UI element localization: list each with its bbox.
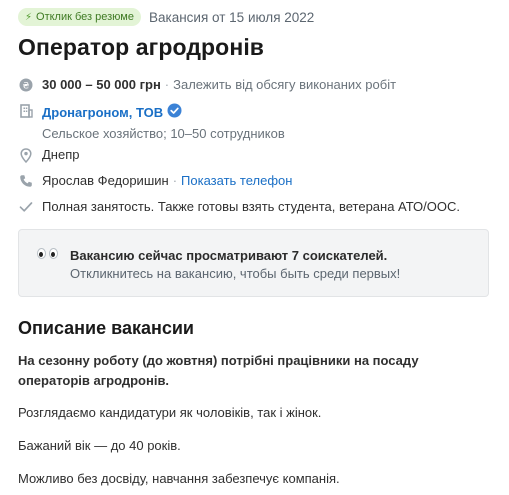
vacancy-page: ⚡ Отклик без резюме Вакансия от 15 июля … — [0, 0, 509, 495]
eyes-icon — [37, 248, 58, 259]
badge-label: Отклик без резюме — [36, 11, 134, 23]
svg-text:₴: ₴ — [23, 82, 30, 92]
viewers-notice: Вакансию сейчас просматривают 7 соискате… — [18, 229, 489, 297]
description-paragraph: Бажаний вік — до 40 років. — [18, 438, 181, 453]
page-title: Оператор агродронів — [18, 34, 265, 60]
salary-row: ₴ 30 000 – 50 000 грн · Залежить від обсяг… — [18, 77, 396, 93]
notice-title: Вакансию сейчас просматривают 7 соискате… — [70, 248, 388, 263]
contact-name: Ярослав Федоришин — [42, 173, 169, 188]
salary-amount: 30 000 – 50 000 грн — [42, 77, 161, 92]
contact-row: Ярослав Федоришин · Показать телефон — [18, 173, 292, 189]
posted-date: Вакансия от 15 июля 2022 — [149, 9, 315, 25]
verified-icon — [167, 103, 182, 122]
description-paragraph: На сезонну роботу (до жовтня) потрібні п… — [18, 353, 419, 388]
show-phone-link[interactable]: Показать телефон — [181, 173, 292, 188]
employment-row: Полная занятость. Также готовы взять сту… — [18, 199, 460, 215]
checkmark-icon — [18, 199, 34, 215]
no-resume-badge: ⚡ Отклик без резюме — [18, 8, 141, 26]
location-row: Днепр — [18, 147, 79, 163]
phone-icon — [18, 173, 34, 189]
vacancy-meta: ⚡ Отклик без резюме Вакансия от 15 июля … — [18, 8, 314, 26]
location-pin-icon — [18, 147, 34, 163]
employment-text: Полная занятость. Также готовы взять сту… — [42, 199, 461, 214]
description-paragraph: Можливо без досвіду, навчання забезпечує… — [18, 471, 340, 486]
company-link[interactable]: Дронагроном, ТОВ — [42, 105, 163, 121]
city: Днепр — [42, 147, 80, 162]
company-details: Сельское хозяйство; 10–50 сотрудников — [42, 126, 285, 141]
salary-note: Залежить від обсягу виконаних робіт — [173, 77, 397, 92]
notice-subtitle: Откликнитесь на вакансию, чтобы быть сре… — [70, 266, 401, 281]
company-row: Дронагроном, ТОВ Сельское хозяйство; 10–… — [18, 103, 285, 142]
hryvnia-icon: ₴ — [18, 77, 34, 93]
bolt-icon: ⚡ — [25, 11, 33, 23]
description-heading: Описание вакансии — [18, 318, 195, 338]
description-paragraph: Розглядаємо кандидатури як чоловіків, та… — [18, 405, 322, 420]
building-icon — [18, 103, 34, 119]
